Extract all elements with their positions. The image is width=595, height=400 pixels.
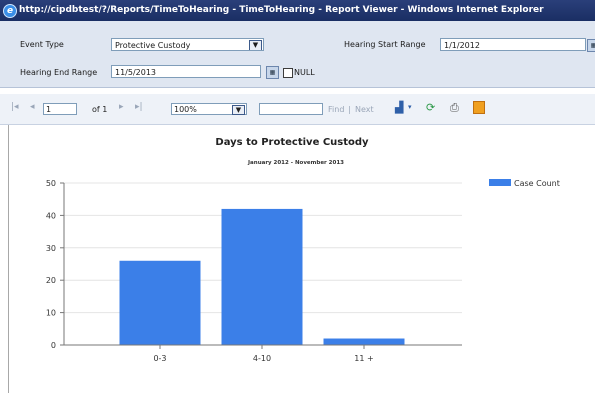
bar-0-3 (119, 260, 201, 345)
null-checkbox[interactable] (283, 68, 293, 78)
bar-chart: Days to Protective Custody January 2012 … (46, 137, 560, 363)
y-tick-label: 40 (46, 211, 56, 220)
window-titlebar: e http://cipdbtest/?/Reports/TimeToHeari… (0, 0, 595, 21)
next-page-icon[interactable]: ▸ (119, 102, 124, 112)
refresh-icon[interactable]: ⟳ (426, 101, 435, 114)
hearing-start-field[interactable]: 1/1/2012 (440, 38, 586, 51)
x-tick-label: 4-10 (253, 354, 271, 363)
page-count-label: of 1 (92, 105, 108, 114)
x-tick-label: 11 + (354, 354, 373, 363)
bar-4-10 (221, 208, 303, 345)
bar-11 (323, 338, 405, 345)
parameter-panel: Event Type Protective Custody ▼ Hearing … (0, 21, 595, 88)
calendar-icon[interactable]: ▦ (587, 39, 595, 52)
legend-swatch (489, 179, 511, 186)
chevron-down-icon[interactable]: ▼ (232, 105, 245, 115)
report-toolbar: |◂ ◂ 1 of 1 ▸ ▸| 100% ▼ Find | Next ▟ ▾ … (0, 94, 595, 125)
y-tick-label: 30 (46, 244, 56, 253)
legend-label: Case Count (514, 179, 560, 188)
page-number-input[interactable]: 1 (43, 103, 77, 115)
last-page-icon[interactable]: ▸| (135, 102, 143, 112)
event-type-select[interactable]: Protective Custody ▼ (111, 38, 264, 51)
internet-explorer-icon: e (3, 4, 17, 18)
chart-title: Days to Protective Custody (215, 137, 369, 148)
hearing-start-value: 1/1/2012 (444, 41, 480, 50)
find-input[interactable] (259, 103, 323, 115)
export-icon[interactable]: ▟ (395, 101, 403, 114)
find-link[interactable]: Find (328, 105, 344, 114)
window-title: http://cipdbtest/?/Reports/TimeToHearing… (19, 5, 544, 15)
chart-subtitle: January 2012 - November 2013 (247, 160, 344, 166)
null-label: NULL (294, 68, 315, 77)
hearing-end-value: 11/5/2013 (115, 68, 157, 77)
previous-page-icon[interactable]: ◂ (30, 102, 35, 112)
find-separator: | (348, 105, 351, 114)
hearing-end-label: Hearing End Range (20, 68, 98, 77)
calendar-icon[interactable]: ▦ (266, 66, 279, 79)
y-tick-label: 50 (46, 179, 56, 188)
event-type-label: Event Type (20, 40, 64, 49)
atom-feed-icon[interactable] (473, 101, 485, 114)
report-body: Days to Protective Custody January 2012 … (0, 125, 595, 396)
next-link[interactable]: Next (355, 105, 374, 114)
hearing-end-field[interactable]: 11/5/2013 (111, 65, 261, 78)
y-tick-label: 20 (46, 276, 56, 285)
x-tick-label: 0-3 (153, 354, 166, 363)
event-type-value: Protective Custody (115, 41, 191, 50)
y-tick-label: 0 (51, 341, 56, 350)
export-dropdown-icon[interactable]: ▾ (408, 103, 412, 111)
print-icon[interactable]: ⎙ (450, 101, 459, 115)
report-left-border (8, 125, 9, 393)
first-page-icon[interactable]: |◂ (11, 102, 19, 112)
zoom-select[interactable]: 100% ▼ (171, 103, 247, 115)
chevron-down-icon[interactable]: ▼ (249, 40, 262, 50)
y-tick-label: 10 (46, 309, 56, 318)
hearing-start-label: Hearing Start Range (344, 40, 426, 49)
